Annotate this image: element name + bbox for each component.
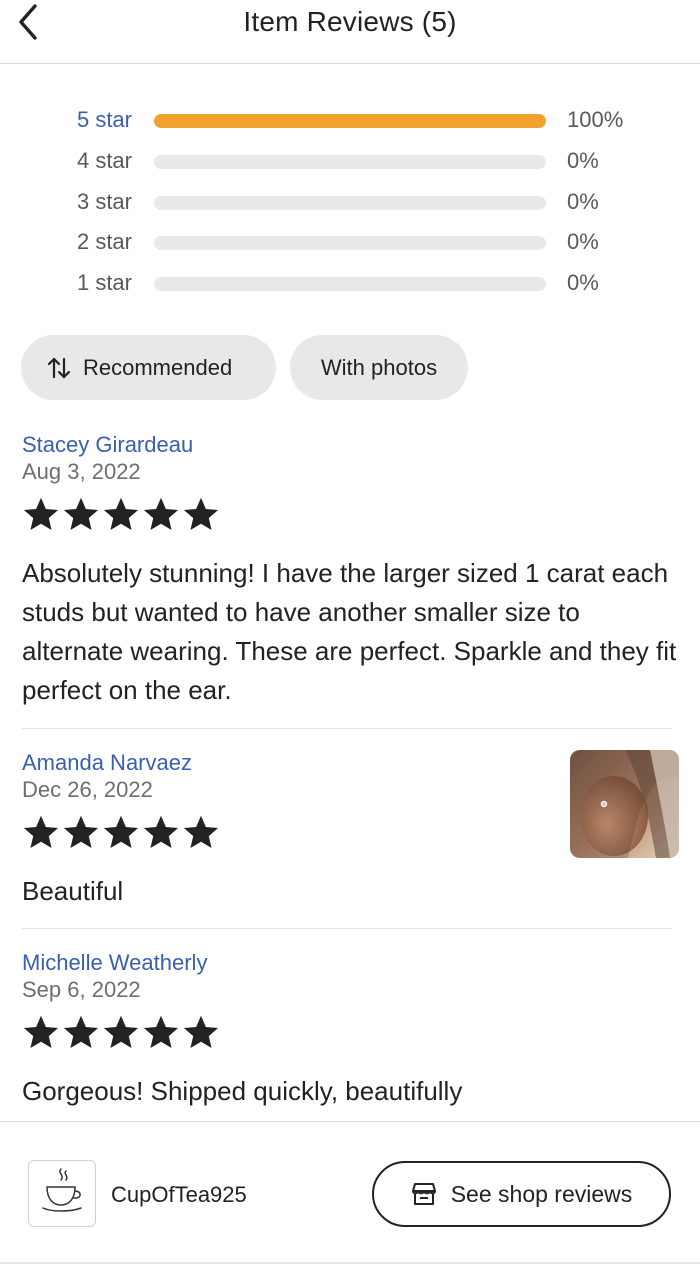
rating-label: 4 star	[76, 148, 132, 173]
star-rating	[22, 814, 220, 850]
rating-bar	[154, 277, 546, 291]
star-icon	[62, 496, 100, 532]
teacup-logo-icon	[39, 1165, 85, 1222]
rating-row-4-star[interactable]: 4 star 0%	[0, 142, 700, 178]
review-date: Sep 6, 2022	[22, 977, 141, 1002]
with-photos-filter-button[interactable]: With photos	[290, 335, 468, 400]
star-icon	[62, 814, 100, 850]
see-shop-reviews-button[interactable]: See shop reviews	[372, 1161, 671, 1227]
reviewer-name[interactable]: Amanda Narvaez	[22, 750, 192, 776]
star-icon	[182, 814, 220, 850]
review-text: Absolutely stunning! I have the larger s…	[22, 558, 677, 705]
star-icon	[142, 496, 180, 532]
rating-row-5-star[interactable]: 5 star 100%	[0, 101, 700, 137]
rating-bar-fill	[154, 114, 546, 128]
star-icon	[22, 1014, 60, 1050]
sort-recommended-button[interactable]: Recommended	[21, 335, 276, 400]
star-icon	[102, 496, 140, 532]
star-icon	[22, 496, 60, 532]
star-icon	[22, 814, 60, 850]
rating-bar	[154, 196, 546, 210]
page-title: Item Reviews (5)	[243, 6, 457, 37]
star-rating	[22, 1014, 220, 1050]
review-photo-thumbnail[interactable]	[570, 750, 679, 858]
rating-label: 1 star	[76, 270, 132, 295]
star-icon	[102, 1014, 140, 1050]
rating-row-1-star[interactable]: 1 star 0%	[0, 264, 700, 300]
star-icon	[102, 814, 140, 850]
rating-bar	[154, 236, 546, 250]
star-icon	[182, 1014, 220, 1050]
review-date: Aug 3, 2022	[22, 459, 141, 484]
star-rating	[22, 496, 220, 532]
rating-row-2-star[interactable]: 2 star 0%	[0, 223, 700, 259]
top-nav-bar: Item Reviews (5)	[0, 0, 700, 64]
star-icon	[142, 1014, 180, 1050]
reviewer-name[interactable]: Michelle Weatherly	[22, 950, 207, 976]
rating-percent: 0%	[567, 189, 599, 214]
review-divider	[22, 928, 672, 929]
review-text: Beautiful	[22, 876, 124, 906]
sort-arrows-icon	[47, 356, 71, 380]
home-indicator	[0, 1262, 700, 1264]
rating-label: 5 star	[76, 107, 132, 132]
review-text: Gorgeous! Shipped quickly, beautifully	[22, 1076, 463, 1106]
rating-percent: 0%	[567, 270, 599, 295]
sort-label: Recommended	[83, 354, 233, 380]
rating-label: 3 star	[76, 189, 132, 214]
rating-row-3-star[interactable]: 3 star 0%	[0, 183, 700, 219]
store-icon	[411, 1182, 437, 1206]
rating-percent: 0%	[567, 229, 599, 254]
rating-percent: 0%	[567, 148, 599, 173]
shop-logo[interactable]	[28, 1160, 96, 1227]
star-icon	[142, 814, 180, 850]
star-icon	[62, 1014, 100, 1050]
shop-name[interactable]: CupOfTea925	[111, 1182, 247, 1208]
shop-footer-bar: CupOfTea925 See shop reviews	[0, 1121, 700, 1269]
star-icon	[182, 496, 220, 532]
review-date: Dec 26, 2022	[22, 777, 153, 802]
rating-label: 2 star	[76, 229, 132, 254]
see-shop-reviews-label: See shop reviews	[450, 1180, 633, 1207]
with-photos-label: With photos	[320, 354, 438, 380]
rating-percent: 100%	[567, 107, 624, 132]
reviewer-name[interactable]: Stacey Girardeau	[22, 432, 193, 458]
rating-bar	[154, 155, 546, 169]
review-divider	[22, 728, 672, 729]
rating-bar	[154, 114, 546, 128]
